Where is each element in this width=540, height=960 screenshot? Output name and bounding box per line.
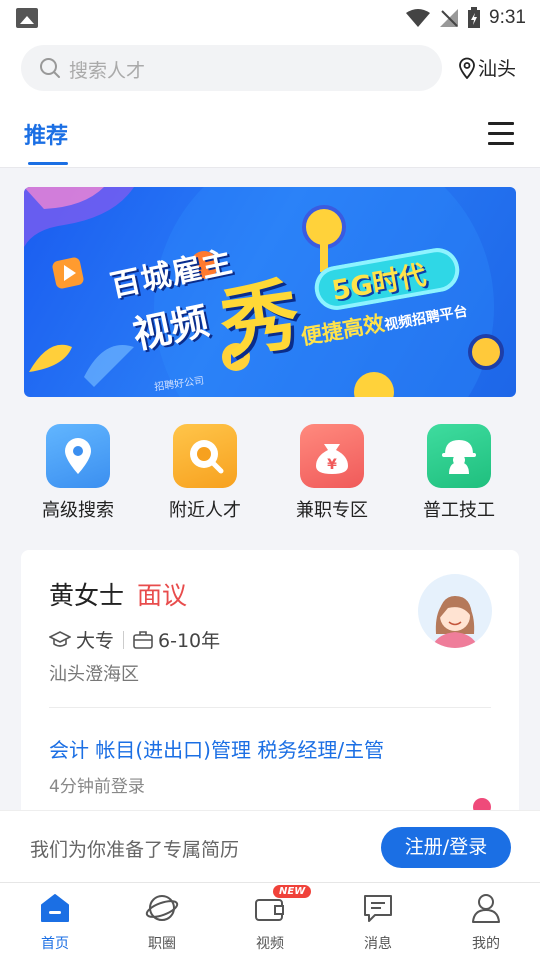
promo-banner[interactable]: 百城雇主 视频 秀 5G时代 便捷高效视频招聘平台 招聘好公司 [24, 187, 516, 397]
nav-circle[interactable]: 职圈 [122, 891, 202, 953]
status-icons: 9:31 [405, 6, 526, 30]
search-icon [40, 58, 60, 78]
money-bag-icon: ¥ [300, 424, 364, 488]
svg-text:¥: ¥ [327, 457, 337, 473]
candidate-meta: 大专 6-10年 [49, 626, 220, 653]
nav-home[interactable]: 首页 [15, 891, 95, 953]
location-pin-icon [46, 424, 110, 488]
search-placeholder: 搜索人才 [69, 60, 146, 82]
category-nearby-talent[interactable]: 附近人才 [155, 424, 255, 522]
category-advanced-search[interactable]: 高级搜索 [28, 424, 128, 522]
category-label: 兼职专区 [296, 500, 368, 521]
magnifier-chat-icon [173, 424, 237, 488]
nav-label: 我的 [472, 936, 500, 952]
candidate-education: 大专 [76, 630, 115, 652]
status-time: 9:31 [489, 7, 526, 28]
category-label: 附近人才 [169, 500, 241, 521]
menu-button[interactable] [488, 122, 516, 146]
register-bar: 我们为你准备了专属简历 注册/登录 [0, 810, 540, 882]
new-badge: NEW [273, 885, 312, 898]
city-label: 汕头 [478, 58, 517, 80]
candidate-location: 汕头澄海区 [49, 664, 139, 685]
register-login-button[interactable]: 注册/登录 [381, 827, 511, 868]
avatar [418, 574, 492, 648]
nav-label: 职圈 [148, 936, 176, 952]
no-signal-icon [440, 9, 459, 27]
briefcase-icon [133, 630, 153, 649]
city-selector[interactable]: 汕头 [458, 54, 516, 81]
nav-profile[interactable]: 我的 [446, 891, 526, 953]
tab-recommend[interactable]: 推荐 [24, 118, 68, 150]
worker-helmet-icon [427, 424, 491, 488]
nav-label: 视频 [256, 936, 284, 952]
battery-charging-icon [468, 7, 481, 28]
candidate-experience: 6-10年 [158, 630, 221, 652]
candidate-jobs: 会计 帐目(进出口)管理 税务经理/主管 [49, 738, 385, 762]
user-icon [469, 891, 503, 925]
graduation-cap-icon [49, 630, 71, 647]
category-label: 高级搜索 [42, 500, 114, 521]
nav-label: 首页 [41, 936, 69, 952]
location-pin-icon [459, 57, 475, 79]
search-input[interactable]: 搜索人才 [21, 45, 442, 91]
banner-show: 秀 [215, 269, 305, 370]
video-icon: NEW [253, 885, 312, 925]
status-bar: 9:31 [0, 0, 540, 36]
nav-messages[interactable]: 消息 [338, 891, 418, 953]
candidate-name: 黄女士 [49, 581, 125, 610]
planet-icon [145, 891, 179, 925]
search-header: 搜索人才 汕头 [0, 36, 540, 100]
tab-bar: 推荐 [0, 100, 540, 168]
nav-video[interactable]: NEW 视频 [230, 885, 312, 953]
nav-label: 消息 [364, 936, 392, 952]
category-label: 普工技工 [423, 500, 495, 521]
category-part-time[interactable]: ¥ 兼职专区 [282, 424, 382, 522]
message-icon [361, 891, 395, 925]
candidate-salary: 面议 [137, 581, 188, 610]
category-grid: 高级搜索 附近人才 ¥ 兼职专区 普工技工 [0, 412, 540, 530]
category-workers[interactable]: 普工技工 [409, 424, 509, 522]
candidate-card[interactable]: 黄女士 面议 大专 6-10年 汕头澄海区 会计 帐目(进出口)管理 税务经理/… [21, 550, 519, 820]
wifi-icon [406, 9, 431, 27]
register-prompt: 我们为你准备了专属简历 [30, 839, 240, 861]
meta-separator [123, 630, 125, 649]
candidate-last-login: 4分钟前登录 [49, 777, 145, 797]
image-notification-icon [16, 8, 38, 28]
card-divider [49, 707, 491, 708]
home-icon [38, 891, 72, 925]
bottom-nav: 首页 职圈 NEW 视频 消息 我的 [0, 882, 540, 960]
menu-icon [488, 122, 514, 125]
tab-underline [28, 162, 68, 165]
